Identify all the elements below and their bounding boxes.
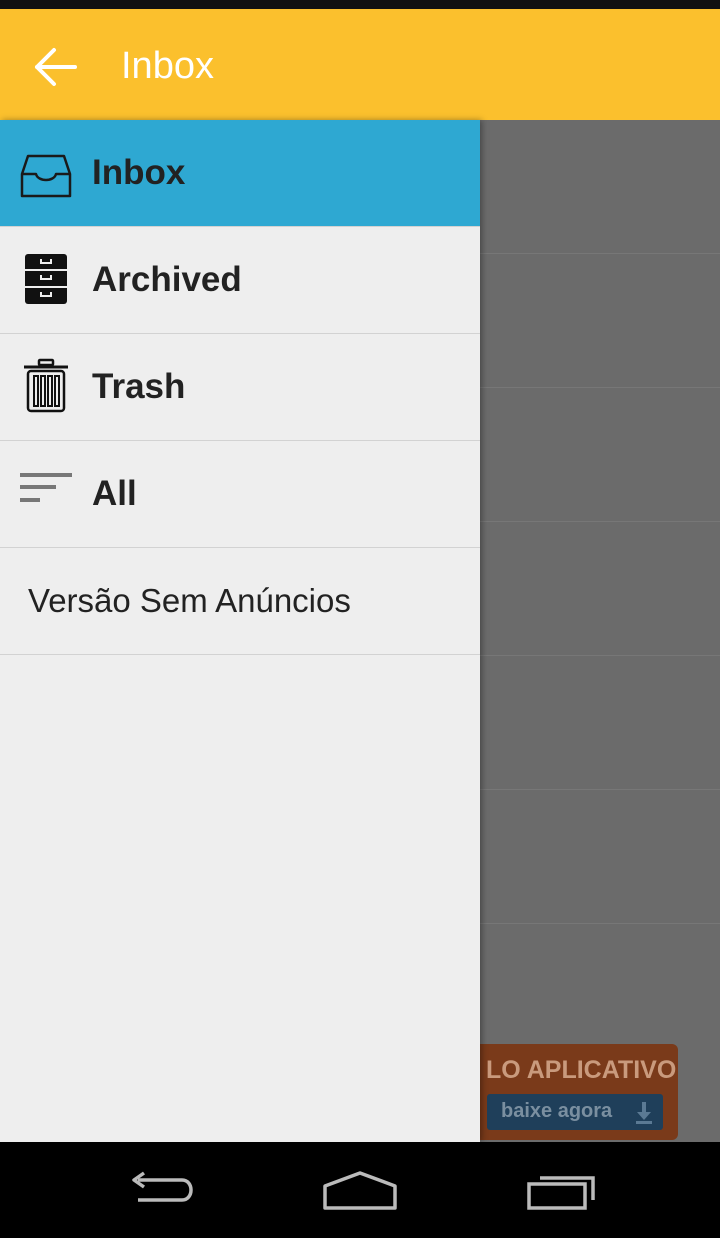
recents-nav-icon[interactable] (526, 1170, 598, 1212)
home-nav-icon[interactable] (322, 1170, 398, 1212)
drawer-item-label: All (92, 474, 137, 513)
inbox-tray-icon (20, 154, 72, 198)
drawer-item-label: Trash (92, 367, 186, 406)
content-divider (480, 387, 720, 388)
sort-lines-icon (20, 473, 72, 502)
ad-button-label: baixe agora (501, 1100, 613, 1122)
drawer-item-inbox[interactable]: Inbox (0, 120, 480, 227)
drawer-item-label: Inbox (92, 153, 186, 192)
trash-can-icon (24, 358, 68, 413)
drawer-item-archived[interactable]: Archived (0, 227, 480, 334)
back-nav-icon[interactable] (124, 1170, 196, 1210)
download-icon (636, 1102, 652, 1124)
content-divider (480, 655, 720, 656)
content-divider (480, 253, 720, 254)
content-divider (480, 923, 720, 924)
navigation-drawer: Inbox Archived Trash All Versão Sem Anún… (0, 120, 480, 1142)
arrow-left-icon[interactable] (33, 47, 79, 87)
app-bar: Inbox (0, 9, 720, 120)
ad-download-button[interactable]: baixe agora (487, 1094, 663, 1130)
drawer-item-ad-free[interactable]: Versão Sem Anúncios (0, 548, 480, 655)
drawer-item-trash[interactable]: Trash (0, 334, 480, 441)
content-divider (480, 789, 720, 790)
app-title: Inbox (121, 45, 214, 87)
ad-headline: LO APLICATIVO (486, 1056, 677, 1084)
archive-cabinet-icon (25, 254, 67, 304)
drawer-item-all[interactable]: All (0, 441, 480, 548)
status-bar (0, 0, 720, 9)
system-nav-bar (0, 1142, 720, 1238)
content-divider (480, 521, 720, 522)
drawer-item-label: Versão Sem Anúncios (28, 582, 351, 619)
screen: LO APLICATIVO baixe agora Inbox Inbox Ar… (0, 0, 720, 1238)
drawer-item-label: Archived (92, 260, 242, 299)
